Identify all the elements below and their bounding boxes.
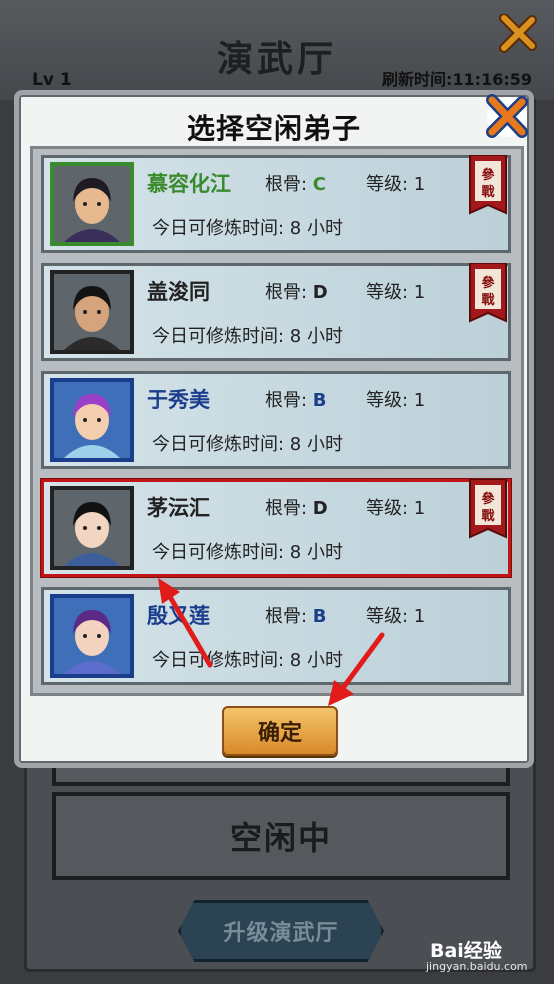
bone-value: D [312,282,328,303]
annotation-arrow-icon [158,578,213,668]
svg-text:參: 參 [481,275,495,291]
disciple-name: 茅沄汇 [147,496,210,520]
hall-close-icon[interactable] [498,14,538,54]
disciple-name: 慕容化江 [147,172,231,196]
dialog-close-icon[interactable] [484,94,530,140]
bone-stat: 根骨: B [265,602,327,628]
confirm-button[interactable]: 确定 [222,706,338,756]
upgrade-hall-button[interactable]: 升级演武厅 [178,900,384,962]
level-stat: 等级: 1 [366,390,426,411]
svg-text:戰: 戰 [481,184,494,200]
bone-value: D [312,498,328,519]
watermark-url: jingyan.baidu.com [426,960,528,973]
training-time: 今日可修炼时间: 8 小时 [152,326,343,347]
svg-text:戰: 戰 [481,508,494,524]
watermark-brand: Bai经验 [430,940,502,962]
training-time: 今日可修炼时间: 8 小时 [152,218,343,239]
bone-stat: 根骨: D [265,278,328,304]
training-slot[interactable]: 空闲中 [52,792,510,880]
war-banner-icon: 參戰 [469,155,507,215]
war-banner-icon: 參戰 [469,479,507,539]
disciple-card[interactable]: 殷又莲根骨: B等级: 1今日可修炼时间: 8 小时 [41,587,511,685]
disciple-name: 盖浚同 [147,280,210,304]
disciple-avatar [50,594,134,678]
svg-text:參: 參 [481,491,495,507]
svg-text:參: 參 [481,167,495,183]
bone-stat: 根骨: B [265,386,327,412]
disciple-avatar [50,378,134,462]
war-banner-icon: 參戰 [469,263,507,323]
bone-label: 根骨: [265,174,313,195]
disciple-card[interactable]: 慕容化江 根骨: C 等级: 1 今日可修炼时间: 8 小时 參戰 [41,155,511,253]
level-stat: 等级: 1 [366,498,426,519]
dialog-title: 选择空闲弟子 [186,112,361,145]
disciple-avatar [50,162,134,246]
disciple-list[interactable]: 慕容化江 根骨: C 等级: 1 今日可修炼时间: 8 小时參戰盖浚同 根骨: D 等级:… [30,146,524,696]
disciple-name: 于秀美 [147,388,210,412]
bone-value: B [312,390,327,411]
training-time: 今日可修炼时间: 8 小时 [152,542,343,563]
annotation-arrow-icon [328,632,385,706]
level-stat: 等级: 1 [366,174,426,195]
hall-level: Lv 1 [32,70,72,90]
disciple-card[interactable]: 茅沄汇 根骨: D 等级: 1 今日可修炼时间: 8 小时 參戰 [41,479,511,577]
bone-label: 根骨: [265,390,313,411]
disciple-avatar [50,270,134,354]
level-stat: 等级: 1 [366,606,426,627]
bone-label: 根骨: [265,606,313,627]
level-stat: 等级: 1 [366,282,426,303]
bone-stat: 根骨: C [265,170,326,196]
refresh-timer: 刷新时间:11:16:59 [382,70,532,89]
bone-value: B [312,606,327,627]
bone-stat: 根骨: D [265,494,328,520]
disciple-card[interactable]: 于秀美 根骨: B 等级: 1 今日可修炼时间: 8 小时 [41,371,511,469]
bone-value: C [312,174,327,195]
bone-label: 根骨: [265,282,313,303]
training-time: 今日可修炼时间: 8 小时 [152,434,343,455]
bone-label: 根骨: [265,498,313,519]
disciple-avatar [50,486,134,570]
disciple-card[interactable]: 盖浚同 根骨: D 等级: 1 今日可修炼时间: 8 小时 參戰 [41,263,511,361]
svg-text:戰: 戰 [481,292,494,308]
